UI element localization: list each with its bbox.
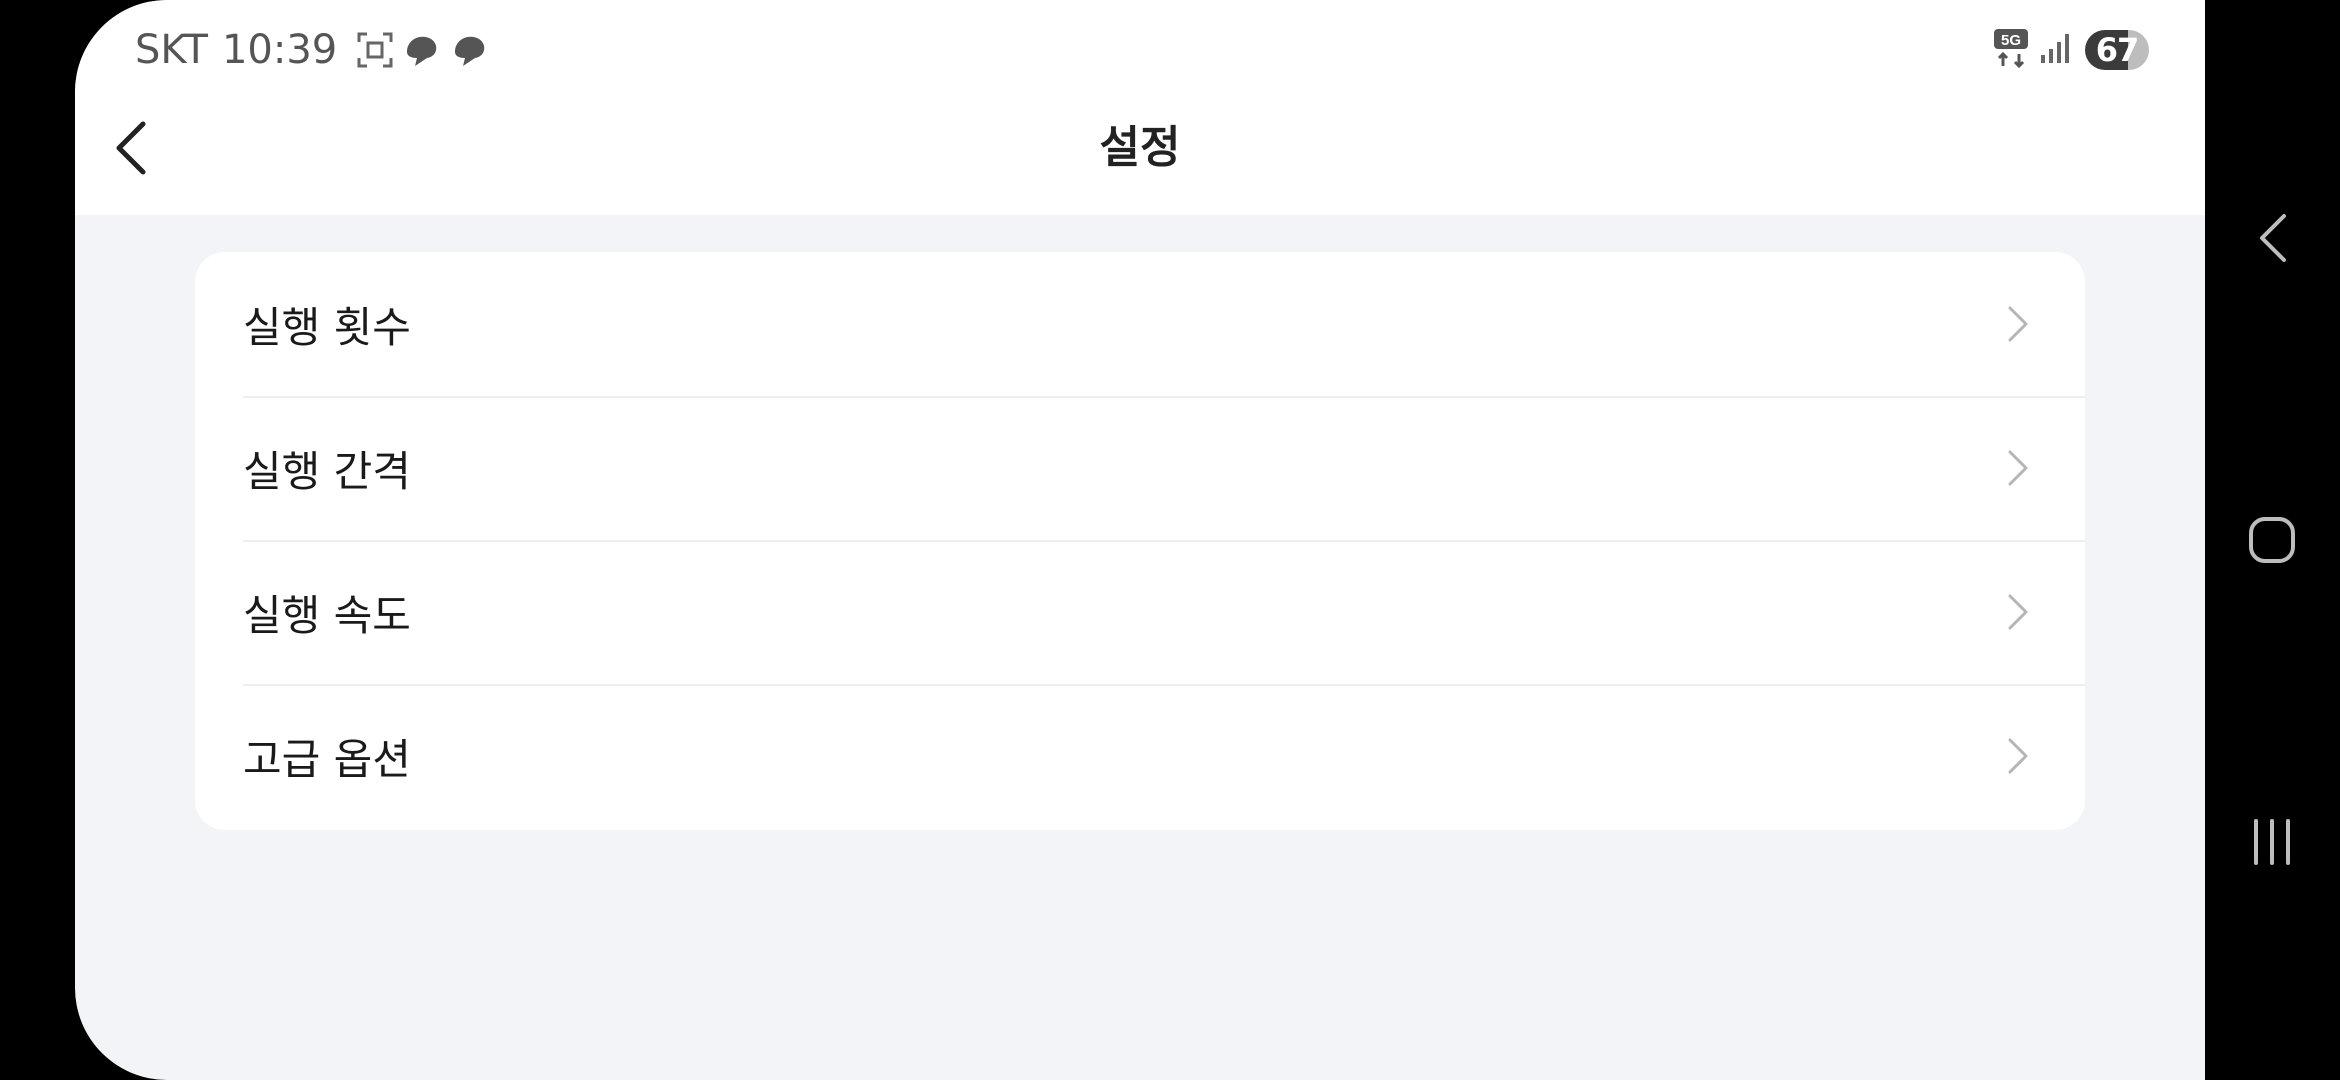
settings-item-run-count[interactable]: 실행 횟수	[195, 252, 2085, 396]
network-label: 5G	[2001, 32, 2021, 49]
battery-level: 67	[2095, 31, 2140, 69]
battery-indicator: 67	[2085, 30, 2149, 70]
status-time: 10:39	[221, 27, 338, 73]
chevron-right-icon	[2003, 736, 2033, 776]
status-bar-left: SKT 10:39	[135, 22, 497, 78]
top-bar: SKT 10:39 5G 67 설정	[75, 0, 2205, 215]
chevron-right-icon	[2003, 448, 2033, 488]
settings-item-label: 실행 횟수	[243, 302, 411, 352]
status-bar-right: 5G 67	[1993, 26, 2149, 74]
chevron-right-icon	[2003, 304, 2033, 344]
nav-back-button[interactable]	[2242, 208, 2302, 268]
home-icon	[2249, 517, 2295, 563]
chevron-right-icon	[2003, 592, 2033, 632]
settings-item-label: 실행 속도	[243, 590, 411, 640]
settings-item-run-speed[interactable]: 실행 속도	[195, 540, 2085, 684]
app-notification-icon	[449, 30, 491, 70]
carrier-label: SKT	[135, 27, 208, 73]
settings-item-label: 고급 옵션	[243, 734, 411, 784]
signal-icon	[2039, 31, 2073, 69]
recent-apps-icon	[2254, 819, 2290, 865]
screenshot-icon	[355, 30, 395, 70]
app-notification-icon	[401, 30, 443, 70]
nav-recent-apps-button[interactable]	[2242, 812, 2302, 872]
back-icon	[2260, 214, 2286, 262]
settings-item-run-interval[interactable]: 실행 간격	[195, 396, 2085, 540]
settings-item-advanced-options[interactable]: 고급 옵션	[195, 684, 2085, 828]
network-5g-icon: 5G	[1993, 28, 2029, 72]
page-title: 설정	[1099, 122, 1181, 173]
settings-item-label: 실행 간격	[243, 446, 411, 496]
nav-home-button[interactable]	[2242, 510, 2302, 570]
settings-list: 실행 횟수 실행 간격 실행 속도 고급 옵션	[195, 252, 2085, 830]
app-screen: SKT 10:39 5G 67 설정 실행 횟수 실행 간격 실행 속도 고급 …	[75, 0, 2205, 1080]
system-nav-bar	[2205, 0, 2340, 1080]
